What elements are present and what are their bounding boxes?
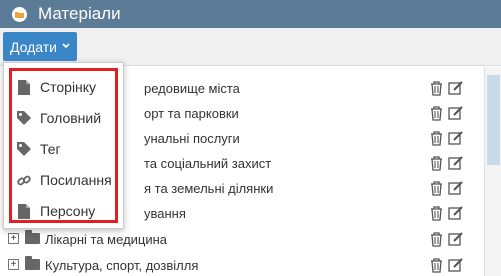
trash-icon[interactable] bbox=[429, 130, 444, 146]
menu-item-label: Сторінку bbox=[40, 79, 97, 95]
expand-icon[interactable]: + bbox=[8, 233, 19, 244]
menu-item-label: Посилання bbox=[40, 172, 112, 188]
add-button[interactable]: Додати bbox=[3, 32, 77, 61]
chevron-down-icon bbox=[62, 41, 70, 52]
trash-icon[interactable] bbox=[429, 155, 444, 171]
list-item-label: та соціальний захист bbox=[144, 156, 272, 171]
trash-icon[interactable] bbox=[429, 80, 444, 96]
trash-icon[interactable] bbox=[429, 257, 444, 273]
edit-icon[interactable] bbox=[448, 257, 463, 273]
scrollbar-thumb[interactable] bbox=[487, 75, 500, 165]
folder-icon bbox=[12, 6, 27, 22]
tag-icon bbox=[17, 141, 31, 157]
edit-icon[interactable] bbox=[448, 105, 463, 121]
list-item[interactable]: + Культура, спорт, дозвілля bbox=[0, 253, 483, 276]
edit-icon[interactable] bbox=[448, 80, 463, 96]
page-title: Матеріали bbox=[38, 4, 121, 23]
edit-icon[interactable] bbox=[448, 205, 463, 221]
trash-icon[interactable] bbox=[429, 205, 444, 221]
menu-item-main[interactable]: Головний bbox=[12, 106, 122, 130]
menu-item-label: Тег bbox=[40, 141, 61, 157]
list-item-label: Лікарні та медицина bbox=[45, 232, 168, 247]
list-item-label: унальні послуги bbox=[144, 131, 240, 146]
menu-item-label: Персону bbox=[40, 203, 96, 219]
edit-icon[interactable] bbox=[448, 130, 463, 146]
link-icon bbox=[17, 172, 31, 188]
menu-item-link[interactable]: Посилання bbox=[12, 168, 122, 192]
list-item-label: я та земельні ділянки bbox=[144, 181, 274, 196]
trash-icon[interactable] bbox=[429, 231, 444, 247]
edit-icon[interactable] bbox=[448, 231, 463, 247]
list-item-label: орт та парковки bbox=[144, 106, 239, 121]
edit-icon[interactable] bbox=[448, 180, 463, 196]
list-item-label: Культура, спорт, дозвілля bbox=[45, 258, 199, 273]
folder-icon bbox=[25, 256, 40, 270]
menu-item-person[interactable]: Персону bbox=[12, 199, 122, 223]
file-icon bbox=[17, 203, 31, 219]
list-item[interactable]: + Лікарні та медицина bbox=[0, 227, 483, 252]
expand-icon[interactable]: + bbox=[8, 259, 19, 270]
file-icon bbox=[17, 79, 31, 95]
trash-icon[interactable] bbox=[429, 105, 444, 121]
scrollbar[interactable] bbox=[484, 67, 501, 276]
menu-item-label: Головний bbox=[40, 110, 102, 126]
app-header: Матеріали bbox=[0, 0, 501, 28]
folder-icon bbox=[25, 230, 40, 244]
list-item-label: редовище міста bbox=[144, 81, 240, 96]
list-item-label: ування bbox=[144, 206, 186, 221]
tag-icon bbox=[17, 110, 31, 126]
toolbar: Додати bbox=[0, 28, 501, 66]
add-dropdown-menu: Сторінку Головний Тег Посилання Персону bbox=[3, 62, 124, 229]
menu-item-page[interactable]: Сторінку bbox=[12, 75, 122, 99]
add-button-label: Додати bbox=[10, 38, 57, 55]
trash-icon[interactable] bbox=[429, 180, 444, 196]
edit-icon[interactable] bbox=[448, 155, 463, 171]
menu-item-tag[interactable]: Тег bbox=[12, 137, 122, 161]
